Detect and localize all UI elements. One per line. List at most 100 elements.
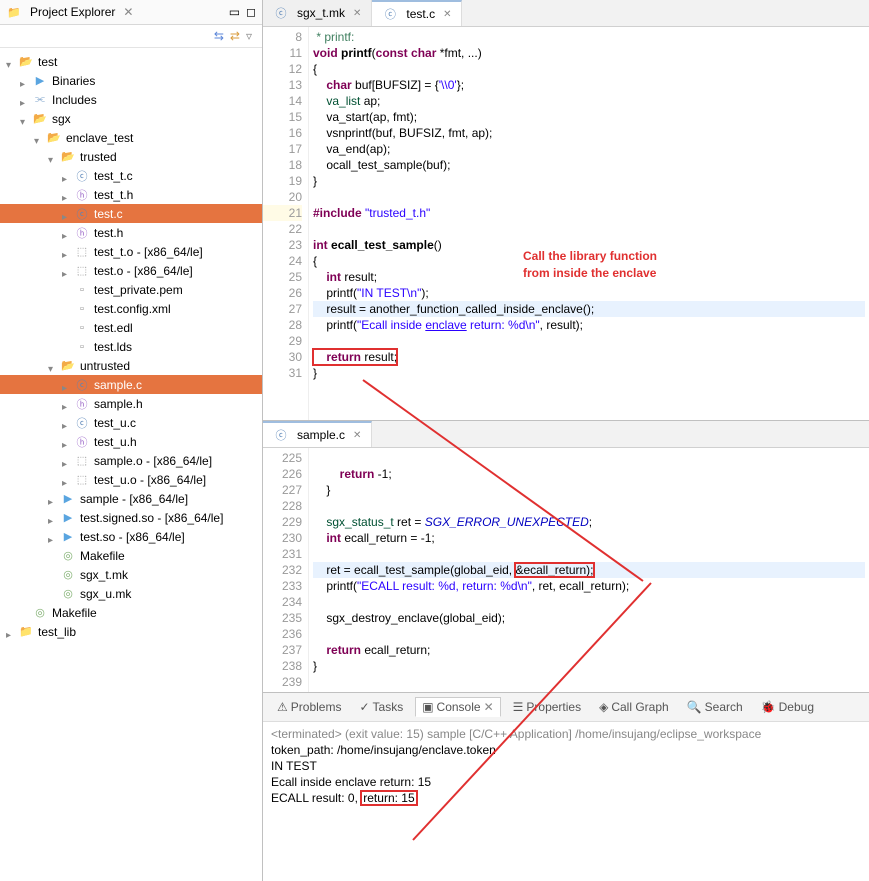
twisty-icon[interactable]: [48, 152, 58, 162]
project-tree[interactable]: 📂test▶Binaries⫘Includes📂sgx📂enclave_test…: [0, 48, 262, 881]
tree-item[interactable]: 📁test_lib: [0, 622, 262, 641]
close-icon[interactable]: ✕: [443, 9, 451, 20]
tree-item[interactable]: ⬚test_u.o - [x86_64/le]: [0, 470, 262, 489]
tree-item[interactable]: ▫test.lds: [0, 337, 262, 356]
tree-item[interactable]: ⓒtest_u.c: [0, 413, 262, 432]
twisty-icon[interactable]: [62, 190, 72, 200]
tree-item[interactable]: ⓒtest.c: [0, 204, 262, 223]
twisty-icon[interactable]: [20, 608, 30, 618]
code-line[interactable]: [313, 450, 865, 466]
twisty-icon[interactable]: [34, 133, 44, 143]
twisty-icon[interactable]: [62, 266, 72, 276]
console-tab-search[interactable]: 🔍Search: [681, 697, 749, 717]
tree-item[interactable]: ▶sample - [x86_64/le]: [0, 489, 262, 508]
editor-mid-body[interactable]: 2252262272282292302312322332342352362372…: [263, 448, 869, 692]
twisty-icon[interactable]: [48, 589, 58, 599]
tree-item[interactable]: ⓒsample.c: [0, 375, 262, 394]
code-line[interactable]: va_start(ap, fmt);: [313, 109, 865, 125]
editor-tab[interactable]: ⓒsample.c✕: [263, 421, 372, 447]
console-tab-properties[interactable]: ☰Properties: [507, 697, 587, 717]
code-line[interactable]: ocall_test_sample(buf);: [313, 157, 865, 173]
tree-item[interactable]: ⫘Includes: [0, 90, 262, 109]
tree-item[interactable]: ◎Makefile: [0, 603, 262, 622]
twisty-icon[interactable]: [20, 95, 30, 105]
tree-item[interactable]: ▫test.config.xml: [0, 299, 262, 318]
twisty-icon[interactable]: [62, 456, 72, 466]
code-line[interactable]: return ecall_return;: [313, 642, 865, 658]
editor-top-body[interactable]: 8111213141516171819202122232425262728293…: [263, 27, 869, 420]
twisty-icon[interactable]: [62, 418, 72, 428]
twisty-icon[interactable]: [20, 114, 30, 124]
editor-tab[interactable]: ⓒsgx_t.mk✕: [263, 0, 372, 26]
tree-item[interactable]: ▶Binaries: [0, 71, 262, 90]
twisty-icon[interactable]: [62, 228, 72, 238]
tree-item[interactable]: ◎Makefile: [0, 546, 262, 565]
tree-item[interactable]: ⬚test.o - [x86_64/le]: [0, 261, 262, 280]
console-tab-debug[interactable]: 🐞Debug: [755, 697, 820, 717]
twisty-icon[interactable]: [48, 551, 58, 561]
code-line[interactable]: vsnprintf(buf, BUFSIZ, fmt, ap);: [313, 125, 865, 141]
code-line[interactable]: [313, 189, 865, 205]
code-top[interactable]: * printf: void printf(const char *fmt, .…: [309, 27, 869, 420]
code-line[interactable]: [313, 546, 865, 562]
code-line[interactable]: [313, 674, 865, 690]
code-line[interactable]: sgx_destroy_enclave(global_eid);: [313, 610, 865, 626]
twisty-icon[interactable]: [6, 57, 16, 67]
twisty-icon[interactable]: [62, 475, 72, 485]
tree-item[interactable]: ▶test.signed.so - [x86_64/le]: [0, 508, 262, 527]
code-line[interactable]: }: [313, 173, 865, 189]
tree-item[interactable]: ⬚test_t.o - [x86_64/le]: [0, 242, 262, 261]
twisty-icon[interactable]: [48, 532, 58, 542]
tree-item[interactable]: ▫test_private.pem: [0, 280, 262, 299]
view-menu-icon[interactable]: ▿: [246, 29, 252, 43]
twisty-icon[interactable]: [62, 380, 72, 390]
code-line[interactable]: result = another_function_called_inside_…: [313, 301, 865, 317]
console-tab-tasks[interactable]: ✓Tasks: [353, 697, 409, 717]
tree-item[interactable]: ◎sgx_u.mk: [0, 584, 262, 603]
code-line[interactable]: char buf[BUFSIZ] = {'\\0'};: [313, 77, 865, 93]
code-line[interactable]: va_end(ap);: [313, 141, 865, 157]
twisty-icon[interactable]: [20, 76, 30, 86]
tree-item[interactable]: ⓗtest_t.h: [0, 185, 262, 204]
maximize-icon[interactable]: ◻: [246, 5, 256, 19]
close-icon[interactable]: ✕: [484, 700, 494, 714]
tree-item[interactable]: 📂test: [0, 52, 262, 71]
tree-item[interactable]: ▶test.so - [x86_64/le]: [0, 527, 262, 546]
twisty-icon[interactable]: [48, 361, 58, 371]
code-line[interactable]: va_list ap;: [313, 93, 865, 109]
twisty-icon[interactable]: [48, 570, 58, 580]
console-tab-console[interactable]: ▣Console ✕: [415, 697, 500, 717]
twisty-icon[interactable]: [62, 285, 72, 295]
tree-item[interactable]: ⓗtest.h: [0, 223, 262, 242]
minimize-icon[interactable]: ▭: [229, 5, 240, 19]
close-icon[interactable]: ✕: [353, 8, 361, 19]
editor-tab[interactable]: ⓒtest.c✕: [372, 0, 462, 26]
code-line[interactable]: }: [313, 365, 865, 381]
twisty-icon[interactable]: [6, 627, 16, 637]
code-line[interactable]: printf("ECALL result: %d, return: %d\n",…: [313, 578, 865, 594]
tree-item[interactable]: 📂untrusted: [0, 356, 262, 375]
tree-item[interactable]: 📂enclave_test: [0, 128, 262, 147]
close-tab-icon[interactable]: ✕: [123, 5, 133, 19]
code-line[interactable]: [313, 626, 865, 642]
twisty-icon[interactable]: [62, 342, 72, 352]
twisty-icon[interactable]: [62, 399, 72, 409]
twisty-icon[interactable]: [62, 247, 72, 257]
code-line[interactable]: #include "trusted_t.h": [313, 205, 865, 221]
tree-item[interactable]: 📂sgx: [0, 109, 262, 128]
code-line[interactable]: [313, 221, 865, 237]
code-line[interactable]: void printf(const char *fmt, ...): [313, 45, 865, 61]
code-line[interactable]: return -1;: [313, 466, 865, 482]
twisty-icon[interactable]: [62, 437, 72, 447]
console-tab-call-graph[interactable]: ◈Call Graph: [593, 697, 675, 717]
console-tab-problems[interactable]: ⚠Problems: [271, 697, 347, 717]
close-icon[interactable]: ✕: [353, 430, 361, 441]
tree-item[interactable]: ◎sgx_t.mk: [0, 565, 262, 584]
tree-item[interactable]: ⬚sample.o - [x86_64/le]: [0, 451, 262, 470]
code-mid[interactable]: return -1; } sgx_status_t ret = SGX_ERRO…: [309, 448, 869, 692]
code-line[interactable]: [313, 594, 865, 610]
code-line[interactable]: {: [313, 61, 865, 77]
twisty-icon[interactable]: [62, 323, 72, 333]
code-line[interactable]: printf("Ecall inside enclave return: %d\…: [313, 317, 865, 333]
code-line[interactable]: [313, 498, 865, 514]
